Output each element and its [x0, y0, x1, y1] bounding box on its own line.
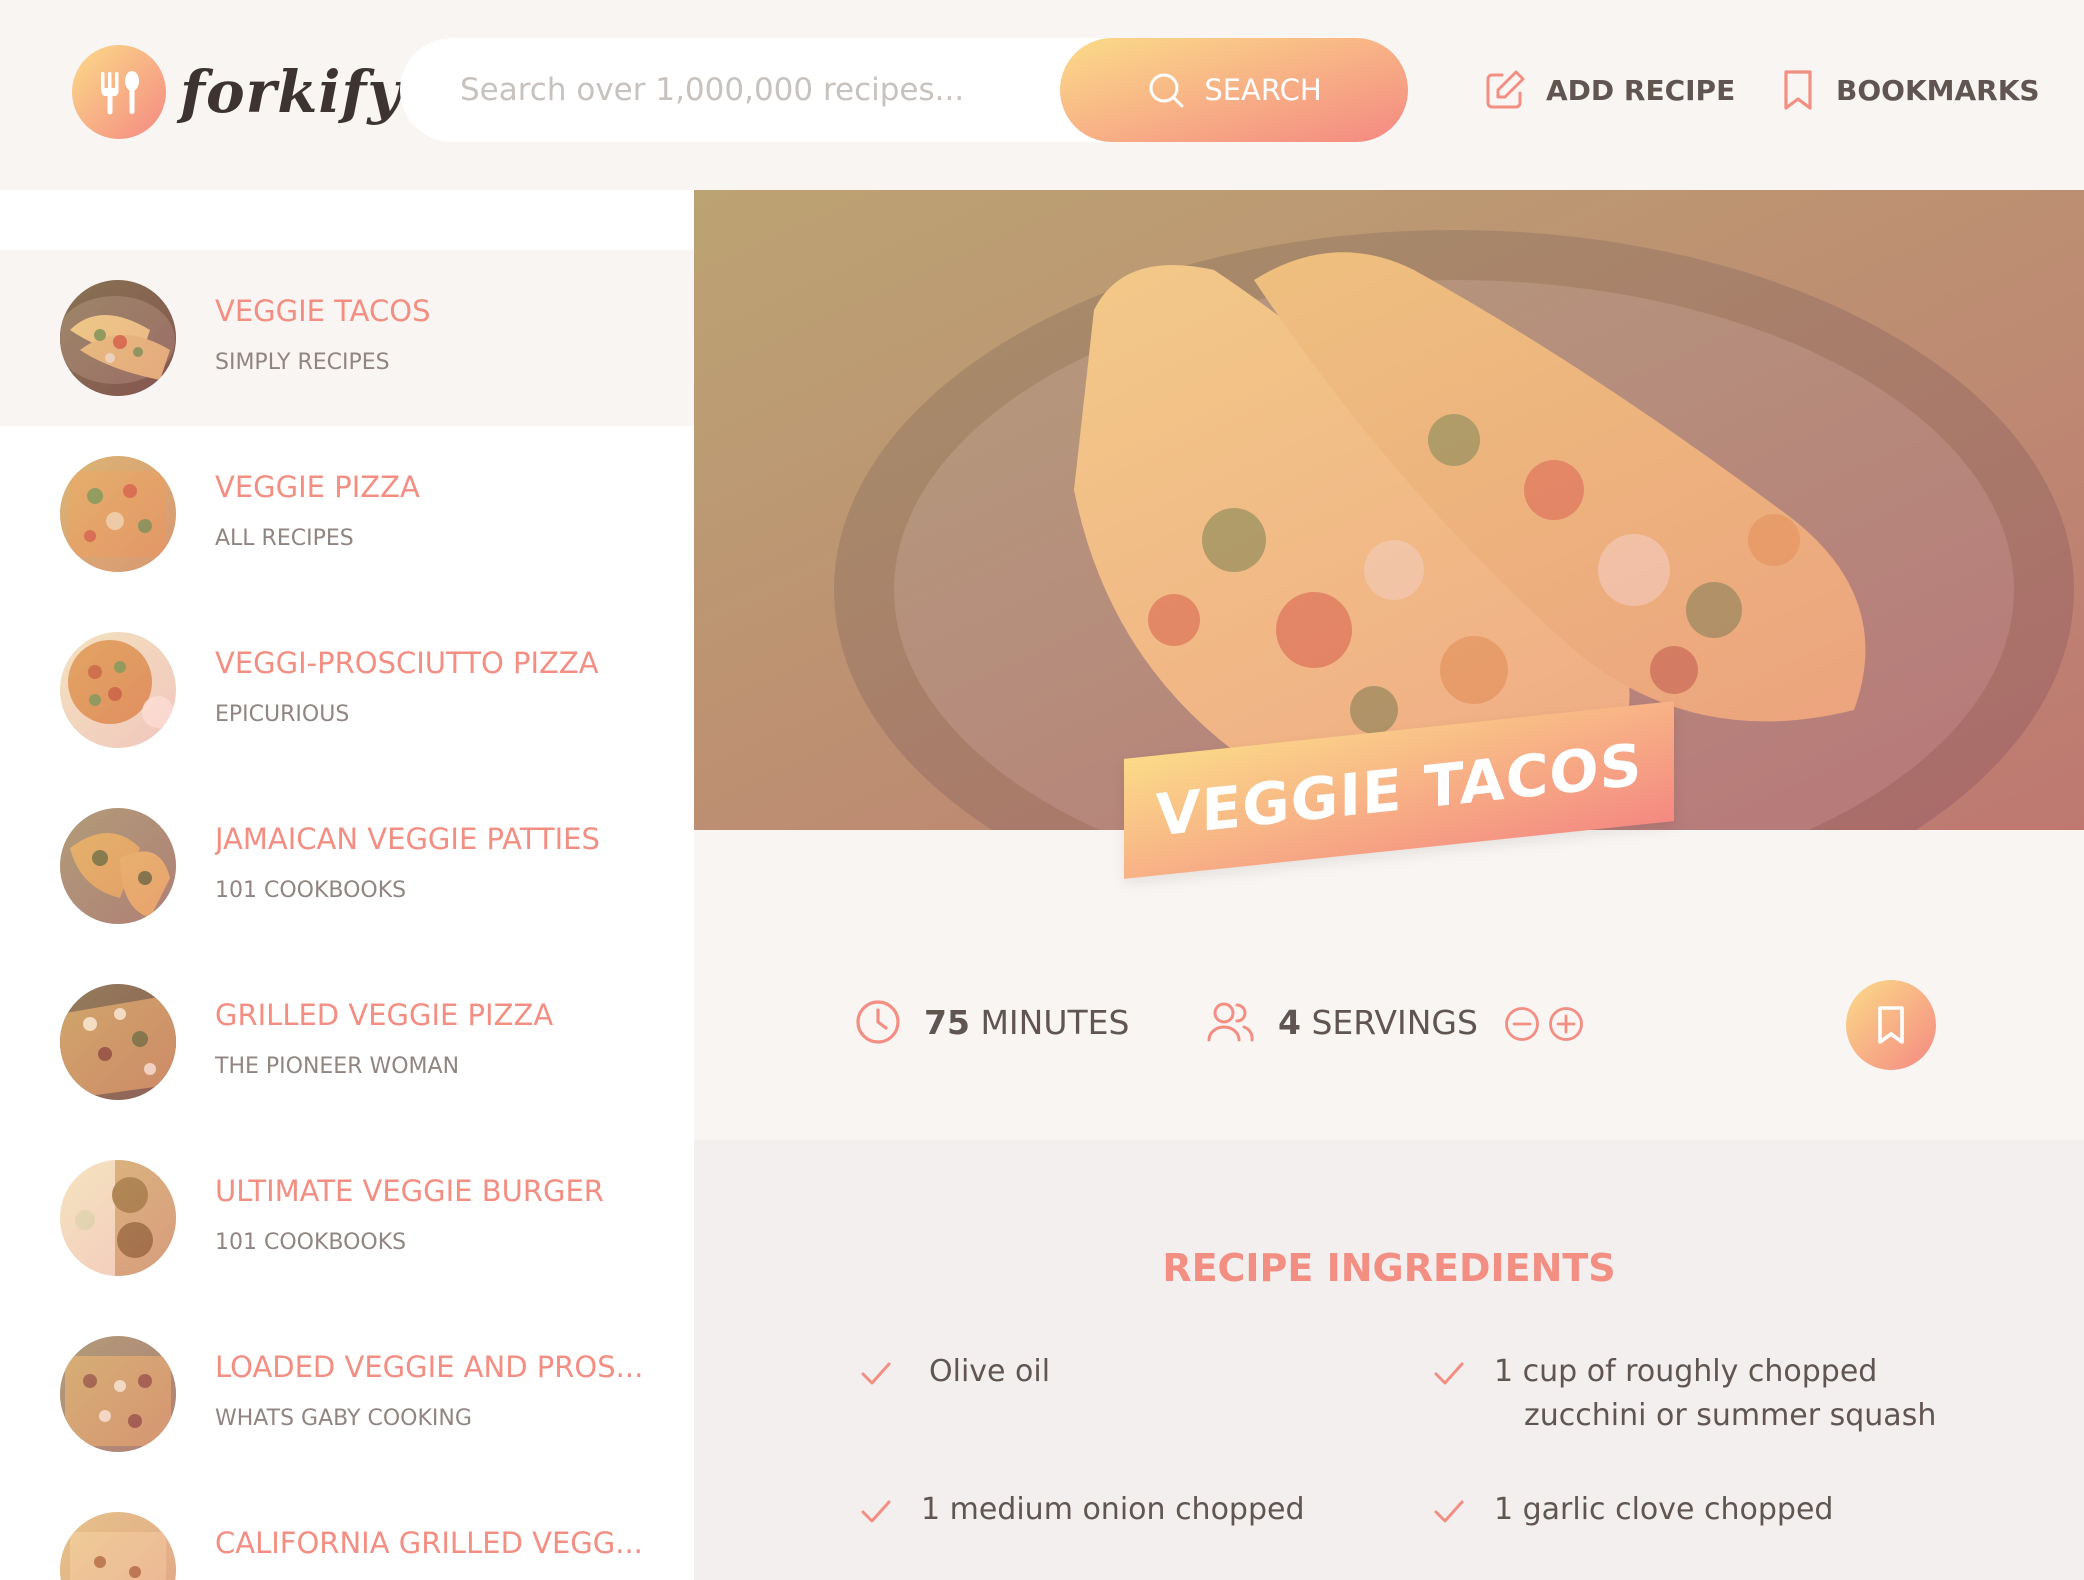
- bookmark-recipe-button[interactable]: [1846, 980, 1936, 1070]
- clock-icon: [856, 1000, 900, 1044]
- result-item[interactable]: ULTIMATE VEGGIE BURGER 101 COOKBOOKS: [0, 1130, 694, 1306]
- result-title: ULTIMATE VEGGIE BURGER: [215, 1174, 604, 1208]
- cooking-time-unit: MINUTES: [980, 1002, 1130, 1042]
- increase-servings-button[interactable]: [1548, 1006, 1584, 1042]
- result-item[interactable]: LOADED VEGGIE AND PROS... WHATS GABY COO…: [0, 1306, 694, 1482]
- check-icon: [861, 1500, 891, 1523]
- logo-text: forkify: [180, 58, 403, 126]
- ingredient-text: 1 cup of roughly chopped: [1494, 1354, 1878, 1389]
- bookmark-icon: [1878, 1006, 1904, 1044]
- ingredient-text: 1 medium onion chopped: [921, 1492, 1305, 1527]
- decrease-servings-button[interactable]: [1504, 1006, 1540, 1042]
- result-title: VEGGIE TACOS: [215, 294, 431, 328]
- ingredient-item: 1 medium onion chopped: [859, 1488, 1305, 1532]
- cooking-time: 75 MINUTES: [854, 998, 1129, 1046]
- result-item[interactable]: CALIFORNIA GRILLED VEGG...: [0, 1482, 694, 1580]
- result-publisher: 101 COOKBOOKS: [215, 1230, 407, 1255]
- search-button-label: SEARCH: [1204, 73, 1322, 107]
- edit-icon: [1486, 70, 1525, 109]
- ingredients-heading: RECIPE INGREDIENTS: [1162, 1246, 1616, 1290]
- result-title: VEGGI-PROSCIUTTO PIZZA: [215, 646, 599, 680]
- servings: 4 SERVINGS: [1206, 998, 1478, 1046]
- recipe-view: VEGGIE TACOS 75 MINUTES 4 SERVINGS RECIP…: [694, 190, 2084, 1580]
- search-input[interactable]: [460, 38, 1040, 142]
- result-item[interactable]: VEGGI-PROSCIUTTO PIZZA EPICURIOUS: [0, 602, 694, 778]
- result-item[interactable]: VEGGIE PIZZA ALL RECIPES: [0, 426, 694, 602]
- servings-unit: SERVINGS: [1311, 1002, 1478, 1042]
- result-thumbnail: [60, 456, 176, 572]
- result-publisher: WHATS GABY COOKING: [215, 1406, 472, 1431]
- result-thumbnail: [60, 808, 176, 924]
- logo[interactable]: forkify: [72, 45, 402, 139]
- result-publisher: ALL RECIPES: [215, 526, 354, 551]
- result-thumbnail: [60, 1512, 176, 1580]
- result-title: LOADED VEGGIE AND PROS...: [215, 1350, 644, 1384]
- result-publisher: SIMPLY RECIPES: [215, 350, 390, 375]
- cooking-time-value: 75: [924, 1002, 970, 1042]
- fork-spoon-icon: [72, 45, 166, 139]
- result-title: GRILLED VEGGIE PIZZA: [215, 998, 554, 1032]
- result-publisher: EPICURIOUS: [215, 702, 350, 727]
- check-icon: [1434, 1362, 1464, 1385]
- result-title: JAMAICAN VEGGIE PATTIES: [215, 822, 600, 856]
- add-recipe-label: ADD RECIPE: [1546, 73, 1736, 107]
- ingredient-text: Olive oil: [929, 1354, 1051, 1389]
- check-icon: [861, 1362, 891, 1385]
- result-item[interactable]: VEGGIE TACOS SIMPLY RECIPES: [0, 250, 694, 426]
- bookmarks-button[interactable]: BOOKMARKS: [1778, 58, 2040, 122]
- result-thumbnail: [60, 632, 176, 748]
- users-icon: [1207, 1002, 1254, 1042]
- ingredient-item: 1 garlic clove chopped: [1432, 1488, 1833, 1532]
- result-thumbnail: [60, 1336, 176, 1452]
- result-item[interactable]: JAMAICAN VEGGIE PATTIES 101 COOKBOOKS: [0, 778, 694, 954]
- bookmarks-label: BOOKMARKS: [1836, 73, 2040, 107]
- check-icon: [1434, 1500, 1464, 1523]
- search-icon: [1149, 73, 1184, 108]
- add-recipe-button[interactable]: ADD RECIPE: [1482, 58, 1735, 122]
- header: forkify SEARCH ADD RECIPE BOOKMARKS: [0, 0, 2084, 190]
- bookmark-icon: [1784, 70, 1812, 110]
- ingredient-item: Olive oil: [859, 1350, 1050, 1394]
- search-results: VEGGIE TACOS SIMPLY RECIPES VEGGIE PIZZA…: [0, 190, 694, 1580]
- result-item[interactable]: GRILLED VEGGIE PIZZA THE PIONEER WOMAN: [0, 954, 694, 1130]
- result-title: CALIFORNIA GRILLED VEGG...: [215, 1526, 643, 1560]
- servings-value: 4: [1278, 1002, 1301, 1042]
- search-form: SEARCH: [400, 38, 1408, 142]
- ingredient-text: 1 garlic clove chopped: [1494, 1492, 1834, 1527]
- result-publisher: THE PIONEER WOMAN: [215, 1054, 460, 1079]
- recipe-title: VEGGIE TACOS: [1155, 730, 1643, 850]
- result-thumbnail: [60, 1160, 176, 1276]
- result-thumbnail: [60, 280, 176, 396]
- search-button[interactable]: SEARCH: [1060, 38, 1408, 142]
- result-thumbnail: [60, 984, 176, 1100]
- result-publisher: 101 COOKBOOKS: [215, 878, 407, 903]
- result-title: VEGGIE PIZZA: [215, 470, 420, 504]
- ingredient-item: 1 cup of roughly chopped zucchini or sum…: [1432, 1350, 1936, 1438]
- ingredient-text-continued: zucchini or summer squash: [1524, 1398, 1937, 1433]
